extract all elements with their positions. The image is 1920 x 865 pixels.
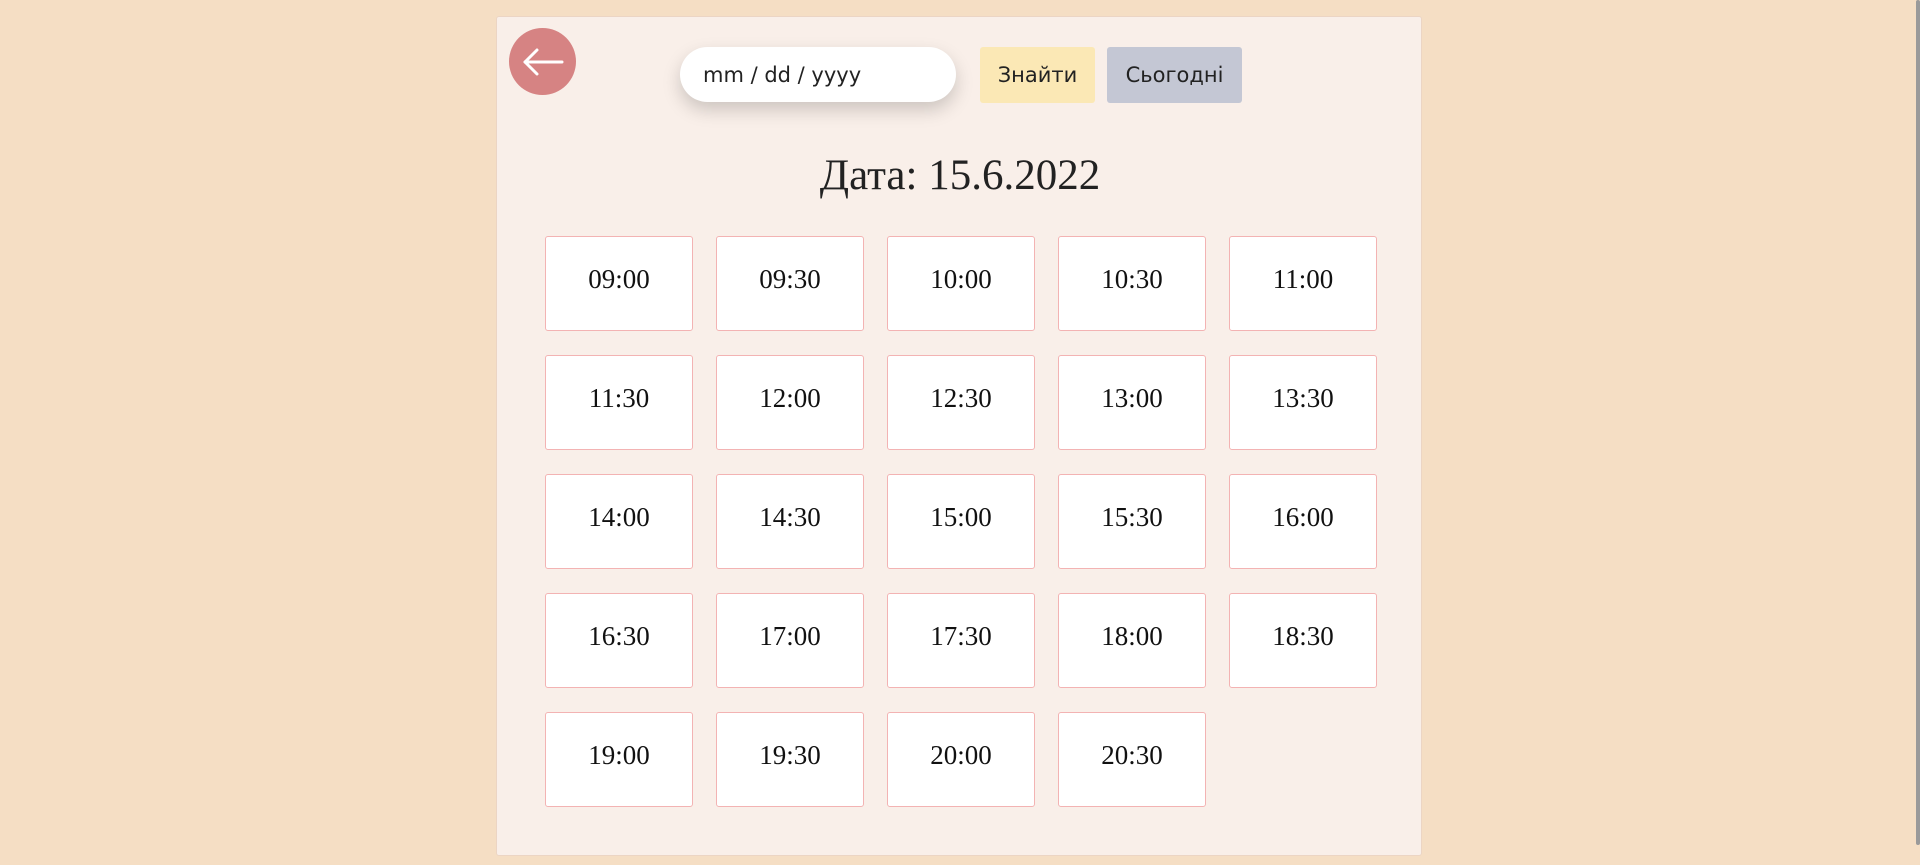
schedule-panel: mm / dd / yyyy Знайти Сьогодні Дата: 15.… — [496, 16, 1422, 856]
time-slot[interactable]: 16:30 — [545, 593, 693, 688]
time-slot[interactable]: 09:00 — [545, 236, 693, 331]
time-slot[interactable]: 14:30 — [716, 474, 864, 569]
find-button[interactable]: Знайти — [980, 47, 1095, 103]
time-slot[interactable]: 10:00 — [887, 236, 1035, 331]
time-slot[interactable]: 13:30 — [1229, 355, 1377, 450]
date-input[interactable]: mm / dd / yyyy — [680, 47, 956, 102]
time-slot[interactable]: 17:00 — [716, 593, 864, 688]
scrollbar-track[interactable] — [1916, 0, 1920, 865]
time-slot[interactable]: 16:00 — [1229, 474, 1377, 569]
back-button[interactable] — [509, 28, 576, 95]
time-slot[interactable]: 11:30 — [545, 355, 693, 450]
time-slot[interactable]: 13:00 — [1058, 355, 1206, 450]
scrollbar-thumb[interactable] — [1916, 0, 1920, 845]
time-slot[interactable]: 15:00 — [887, 474, 1035, 569]
date-input-placeholder: mm / dd / yyyy — [703, 62, 862, 87]
time-slot[interactable]: 12:30 — [887, 355, 1035, 450]
time-slot[interactable]: 09:30 — [716, 236, 864, 331]
time-slot[interactable]: 19:00 — [545, 712, 693, 807]
time-slot[interactable]: 18:00 — [1058, 593, 1206, 688]
time-slot[interactable]: 12:00 — [716, 355, 864, 450]
time-slot[interactable]: 15:30 — [1058, 474, 1206, 569]
arrow-left-icon — [523, 48, 563, 75]
time-slot[interactable]: 14:00 — [545, 474, 693, 569]
time-slot[interactable]: 11:00 — [1229, 236, 1377, 331]
time-slot-grid: 09:00 09:30 10:00 10:30 11:00 11:30 12:0… — [545, 236, 1377, 807]
time-slot[interactable]: 19:30 — [716, 712, 864, 807]
page-title: Дата: 15.6.2022 — [819, 152, 1101, 199]
time-slot[interactable]: 20:00 — [887, 712, 1035, 807]
time-slot[interactable]: 10:30 — [1058, 236, 1206, 331]
time-slot[interactable]: 20:30 — [1058, 712, 1206, 807]
today-button[interactable]: Сьогодні — [1107, 47, 1242, 103]
time-slot[interactable]: 18:30 — [1229, 593, 1377, 688]
time-slot[interactable]: 17:30 — [887, 593, 1035, 688]
